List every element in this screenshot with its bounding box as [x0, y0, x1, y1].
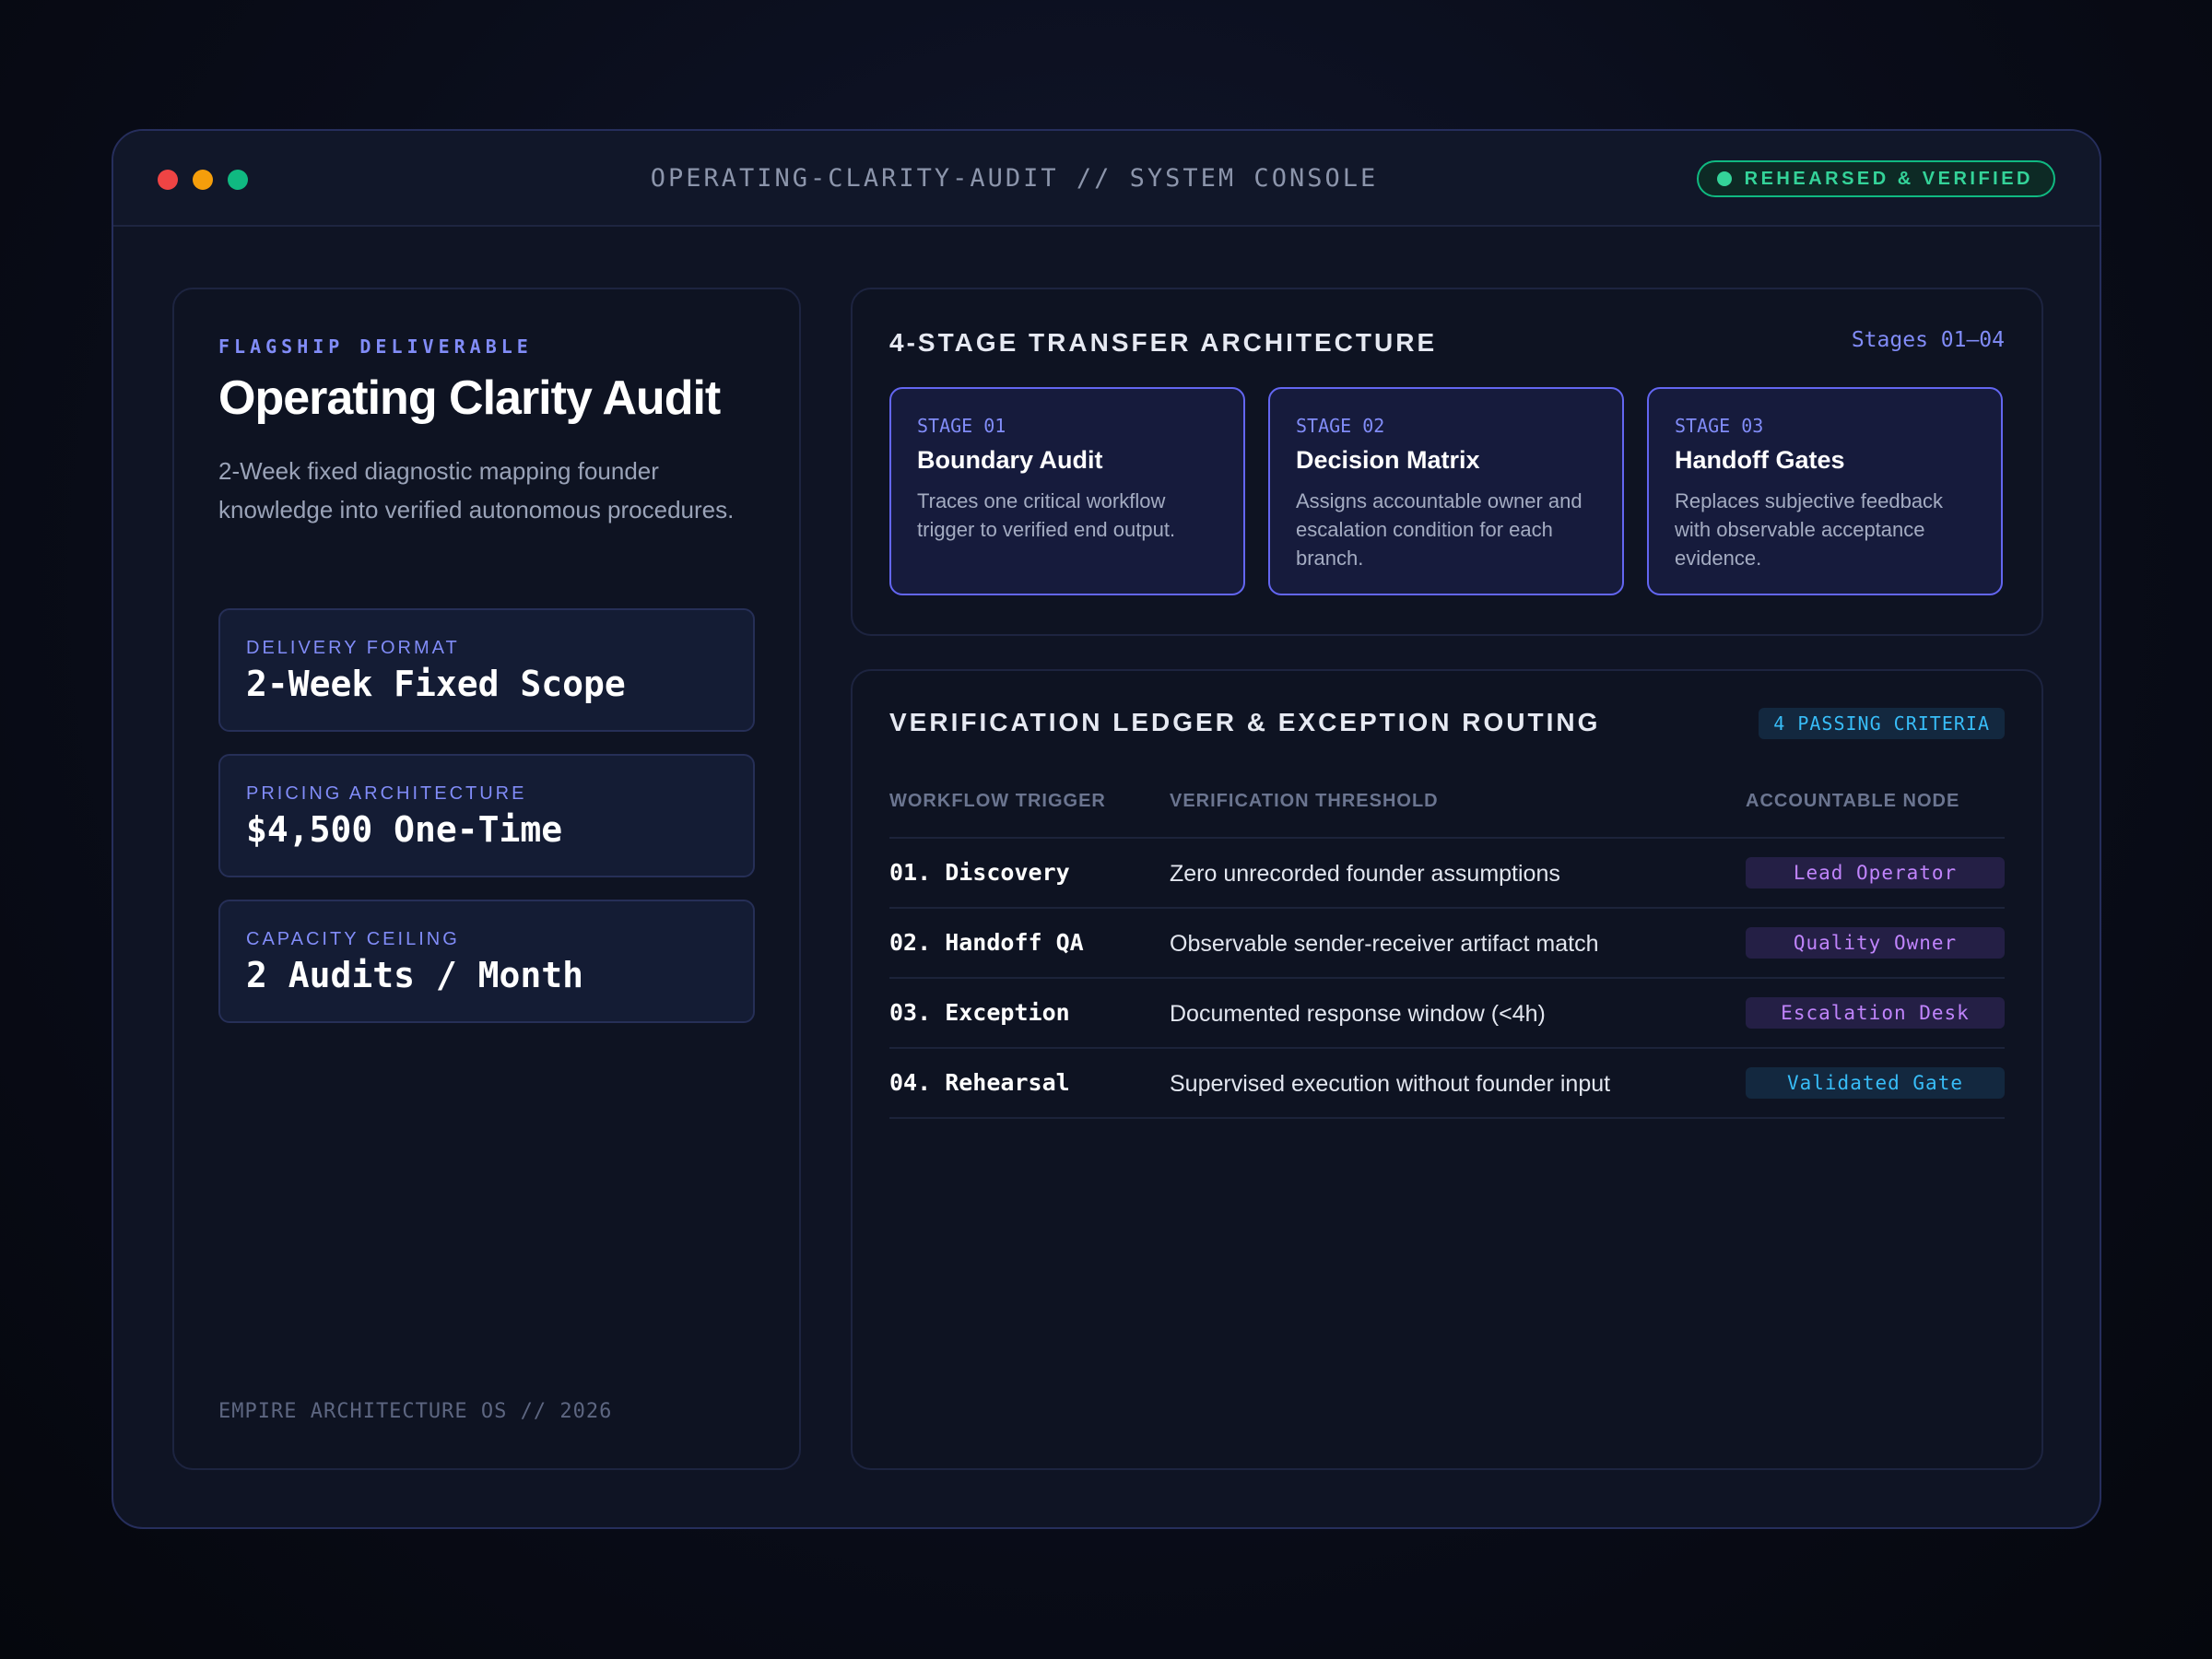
- status-dot-icon: [1716, 171, 1732, 186]
- deliverable-eyebrow: FLAGSHIP DELIVERABLE: [218, 335, 533, 358]
- deliverable-panel: FLAGSHIP DELIVERABLE Operating Clarity A…: [172, 288, 801, 1470]
- trigger-cell: 03. Exception: [889, 999, 1070, 1026]
- table-header: WORKFLOW TRIGGER VERIFICATION THRESHOLD …: [889, 791, 2005, 839]
- table-row[interactable]: 04. Rehearsal Supervised execution witho…: [889, 1049, 2005, 1119]
- console-window: OPERATING-CLARITY-AUDIT // SYSTEM CONSOL…: [112, 129, 2101, 1529]
- column-header-trigger: WORKFLOW TRIGGER: [889, 791, 1106, 811]
- stage-card-boundary-audit[interactable]: STAGE 01 Boundary Audit Traces one criti…: [889, 387, 1245, 595]
- trigger-cell: 02. Handoff QA: [889, 929, 1084, 956]
- stage-description: Assigns accountable owner and escalation…: [1296, 489, 1583, 570]
- stat-value: 2-Week Fixed Scope: [246, 664, 626, 704]
- architecture-title: 4-STAGE TRANSFER ARCHITECTURE: [889, 328, 1438, 357]
- ledger-title: VERIFICATION LEDGER & EXCEPTION ROUTING: [889, 708, 1601, 736]
- stat-card-pricing: PRICING ARCHITECTURE $4,500 One-Time: [218, 754, 755, 877]
- stage-description: Traces one critical workflow trigger to …: [917, 489, 1176, 541]
- table-row[interactable]: 01. Discovery Zero unrecorded founder as…: [889, 839, 2005, 909]
- stage-name: Boundary Audit: [917, 446, 1103, 474]
- stat-card-delivery-format: DELIVERY FORMAT 2-Week Fixed Scope: [218, 608, 755, 732]
- stage-description: Replaces subjective feedback with observ…: [1675, 489, 1944, 570]
- stages-range-label: Stages 01–04: [1851, 328, 2005, 352]
- stage-number: STAGE 01: [917, 415, 1006, 437]
- stage-number: STAGE 03: [1675, 415, 1764, 437]
- page-title: Operating Clarity Audit: [218, 371, 721, 425]
- threshold-cell: Supervised execution without founder inp…: [1170, 1071, 1611, 1097]
- stage-card-handoff-gates[interactable]: STAGE 03 Handoff Gates Replaces subjecti…: [1647, 387, 2003, 595]
- status-badge-label: REHEARSED & VERIFIED: [1744, 169, 2033, 189]
- footer-text: EMPIRE ARCHITECTURE OS // 2026: [218, 1400, 613, 1423]
- title-bar: OPERATING-CLARITY-AUDIT // SYSTEM CONSOL…: [113, 131, 2100, 227]
- column-header-node: ACCOUNTABLE NODE: [1746, 791, 1960, 811]
- stat-label: DELIVERY FORMAT: [246, 638, 460, 658]
- stage-name: Handoff Gates: [1675, 446, 1845, 474]
- table-row[interactable]: 02. Handoff QA Observable sender-receive…: [889, 909, 2005, 979]
- deliverable-description: 2-Week fixed diagnostic mapping founder …: [218, 457, 735, 524]
- node-badge: Escalation Desk: [1746, 997, 2005, 1029]
- architecture-panel: 4-STAGE TRANSFER ARCHITECTURE Stages 01–…: [851, 288, 2043, 636]
- stat-label: CAPACITY CEILING: [246, 929, 460, 949]
- stage-card-decision-matrix[interactable]: STAGE 02 Decision Matrix Assigns account…: [1268, 387, 1624, 595]
- stat-label: PRICING ARCHITECTURE: [246, 783, 527, 804]
- stat-value: 2 Audits / Month: [246, 955, 584, 995]
- threshold-cell: Documented response window (<4h): [1170, 1001, 1546, 1027]
- threshold-cell: Observable sender-receiver artifact matc…: [1170, 931, 1599, 957]
- table-row[interactable]: 03. Exception Documented response window…: [889, 979, 2005, 1049]
- status-badge: REHEARSED & VERIFIED: [1696, 160, 2055, 197]
- criteria-badge: 4 PASSING CRITERIA: [1759, 708, 2005, 739]
- stat-card-capacity: CAPACITY CEILING 2 Audits / Month: [218, 900, 755, 1023]
- threshold-cell: Zero unrecorded founder assumptions: [1170, 861, 1560, 887]
- stage-number: STAGE 02: [1296, 415, 1385, 437]
- node-badge: Lead Operator: [1746, 857, 2005, 888]
- stage-name: Decision Matrix: [1296, 446, 1480, 474]
- trigger-cell: 04. Rehearsal: [889, 1069, 1070, 1096]
- column-header-threshold: VERIFICATION THRESHOLD: [1170, 791, 1439, 811]
- ledger-panel: VERIFICATION LEDGER & EXCEPTION ROUTING …: [851, 669, 2043, 1470]
- stat-value: $4,500 One-Time: [246, 809, 563, 850]
- node-badge: Validated Gate: [1746, 1067, 2005, 1099]
- trigger-cell: 01. Discovery: [889, 859, 1070, 886]
- node-badge: Quality Owner: [1746, 927, 2005, 959]
